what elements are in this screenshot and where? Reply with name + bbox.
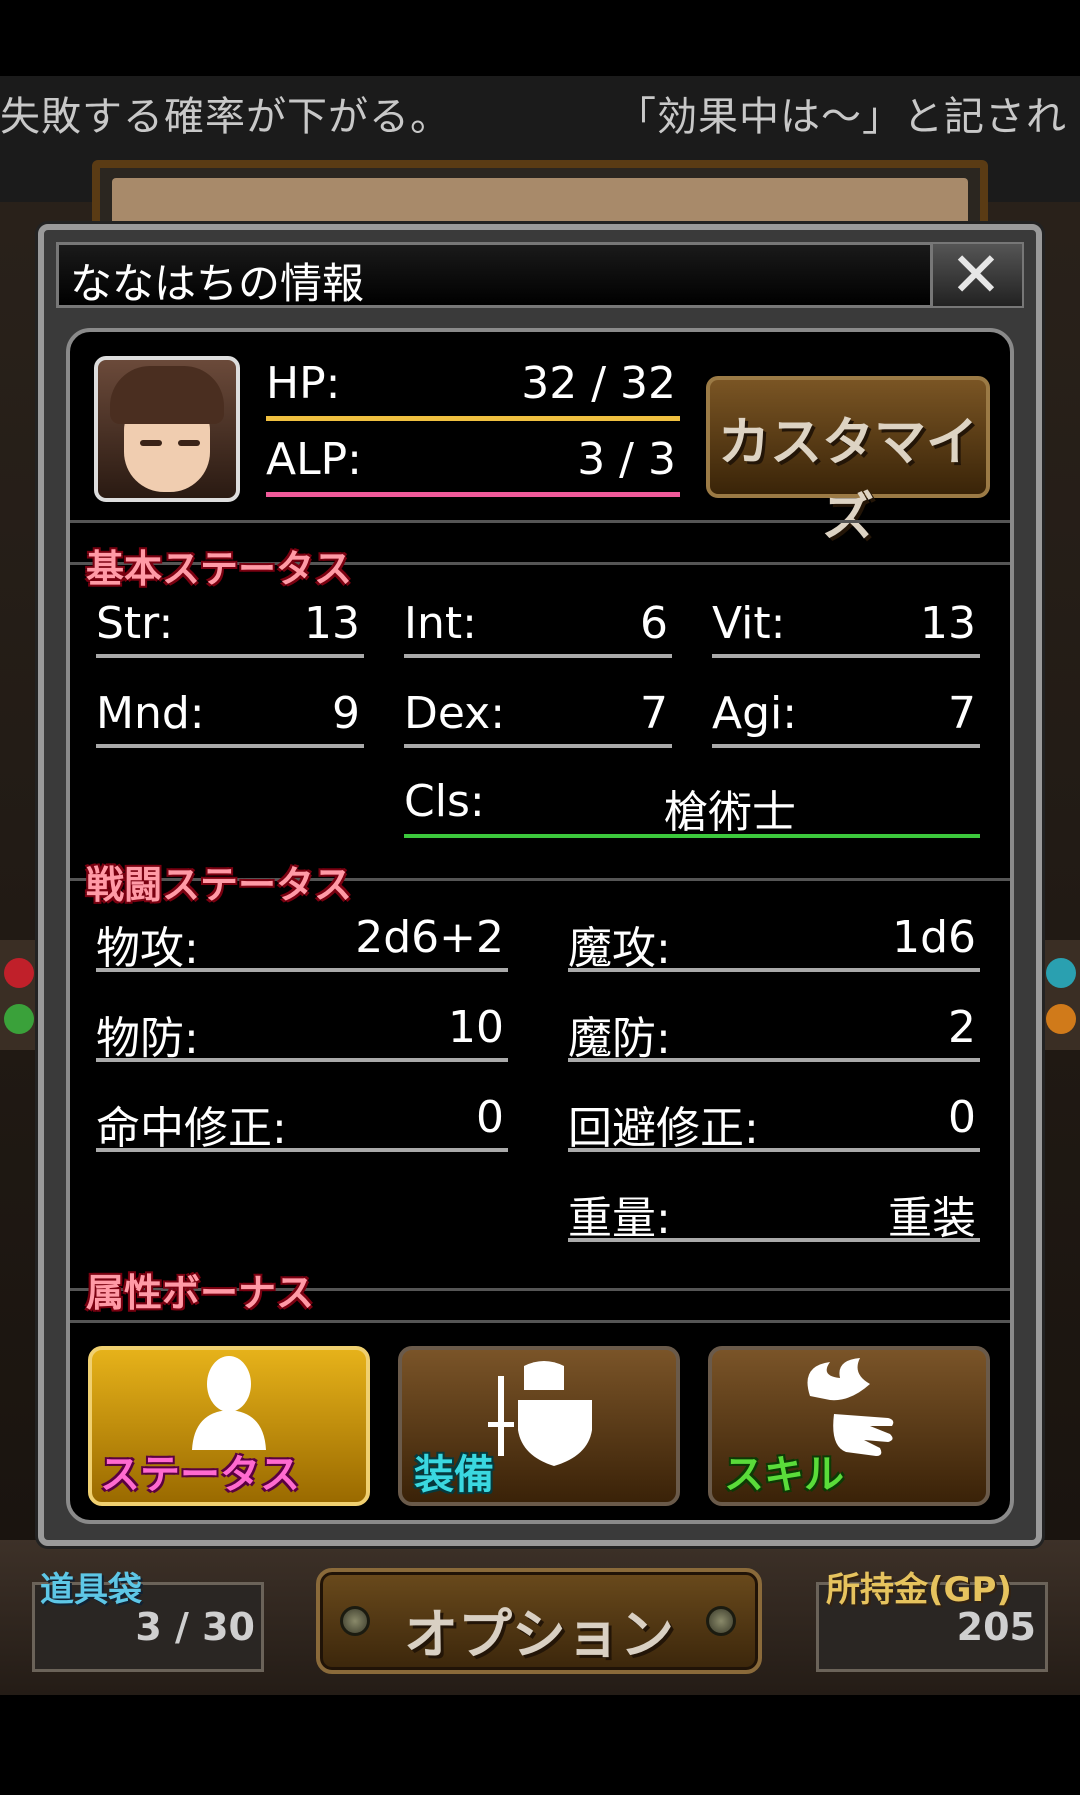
gold-value: 205 [956, 1605, 1036, 1649]
hit-value: 0 [476, 1092, 504, 1143]
underline [568, 968, 980, 972]
ticker-text: 失敗する確率が下がる。 「効果中は～」と記され [0, 94, 1067, 140]
cyan-gem-icon [1046, 958, 1076, 988]
alp-label: ALP: [266, 434, 362, 485]
cls-value: 槍術士 [664, 787, 796, 838]
underline [404, 744, 672, 748]
eva-value: 0 [948, 1092, 976, 1143]
str-label: Str: [96, 598, 174, 649]
weight-label: 重量: [568, 1193, 671, 1244]
dialog-title: ななはちの情報 [70, 259, 365, 308]
underline [96, 1148, 508, 1152]
matk-value: 1d6 [892, 912, 976, 963]
divider [70, 520, 1010, 523]
eva-label: 回避修正: [568, 1103, 759, 1154]
dex-label: Dex: [404, 688, 506, 739]
underline [568, 1238, 980, 1242]
weight-value: 重装 [888, 1193, 976, 1244]
patk-label: 物攻: [96, 923, 199, 974]
int-value: 6 [640, 598, 668, 649]
gold-label: 所持金(GP) [826, 1570, 1012, 1610]
green-gem-icon [4, 1004, 34, 1034]
agi-label: Agi: [712, 688, 798, 739]
mnd-value: 9 [332, 688, 360, 739]
vit-label: Vit: [712, 598, 786, 649]
underline [96, 1058, 508, 1062]
agi-value: 7 [948, 688, 976, 739]
knight-shield-icon [488, 1361, 592, 1466]
matk-label: 魔攻: [568, 923, 671, 974]
underline [96, 968, 508, 972]
str-value: 13 [304, 598, 360, 649]
cls-bar [404, 834, 980, 838]
int-label: Int: [404, 598, 477, 649]
mnd-label: Mnd: [96, 688, 205, 739]
avatar-eye [178, 440, 200, 446]
vit-value: 13 [920, 598, 976, 649]
dex-value: 7 [640, 688, 668, 739]
pdef-label: 物防: [96, 1013, 199, 1064]
alp-value: 3 / 3 [577, 434, 676, 485]
hp-label: HP: [266, 358, 341, 409]
customize-label: カスタマイズ [717, 413, 978, 548]
underline [712, 744, 980, 748]
underline [568, 1058, 980, 1062]
hp-bar [266, 416, 680, 421]
underline [568, 1148, 980, 1152]
basic-status-header: 基本ステータス [86, 547, 353, 591]
divider [70, 1320, 1010, 1323]
orange-gem-icon [1046, 1004, 1076, 1034]
pdef-value: 10 [448, 1002, 504, 1053]
item-bag-label: 道具袋 [40, 1570, 142, 1610]
battle-status-header: 戦闘ステータス [86, 863, 353, 907]
underline [404, 654, 672, 658]
tab-skill-label: スキル [724, 1452, 844, 1498]
tab-status-label: ステータス [100, 1452, 300, 1498]
underline [96, 654, 364, 658]
alp-bar [266, 492, 680, 497]
patk-value: 2d6+2 [355, 912, 504, 963]
close-icon[interactable]: ✕ [930, 238, 1022, 311]
underline [712, 654, 980, 658]
mdef-label: 魔防: [568, 1013, 671, 1064]
attribute-bonus-header: 属性ボーナス [86, 1271, 315, 1315]
person-icon [192, 1356, 266, 1450]
hp-value: 32 / 32 [521, 358, 676, 409]
cls-label: Cls: [404, 776, 485, 827]
nav-area [0, 1695, 1080, 1795]
underline [96, 744, 364, 748]
avatar-hair [110, 366, 224, 424]
tab-equipment-label: 装備 [414, 1452, 494, 1498]
option-label: オプション [404, 1603, 674, 1666]
item-bag-count: 3 / 30 [135, 1605, 255, 1649]
mdef-value: 2 [948, 1002, 976, 1053]
red-gem-icon [4, 958, 34, 988]
hit-label: 命中修正: [96, 1103, 287, 1154]
avatar-eye [140, 440, 162, 446]
